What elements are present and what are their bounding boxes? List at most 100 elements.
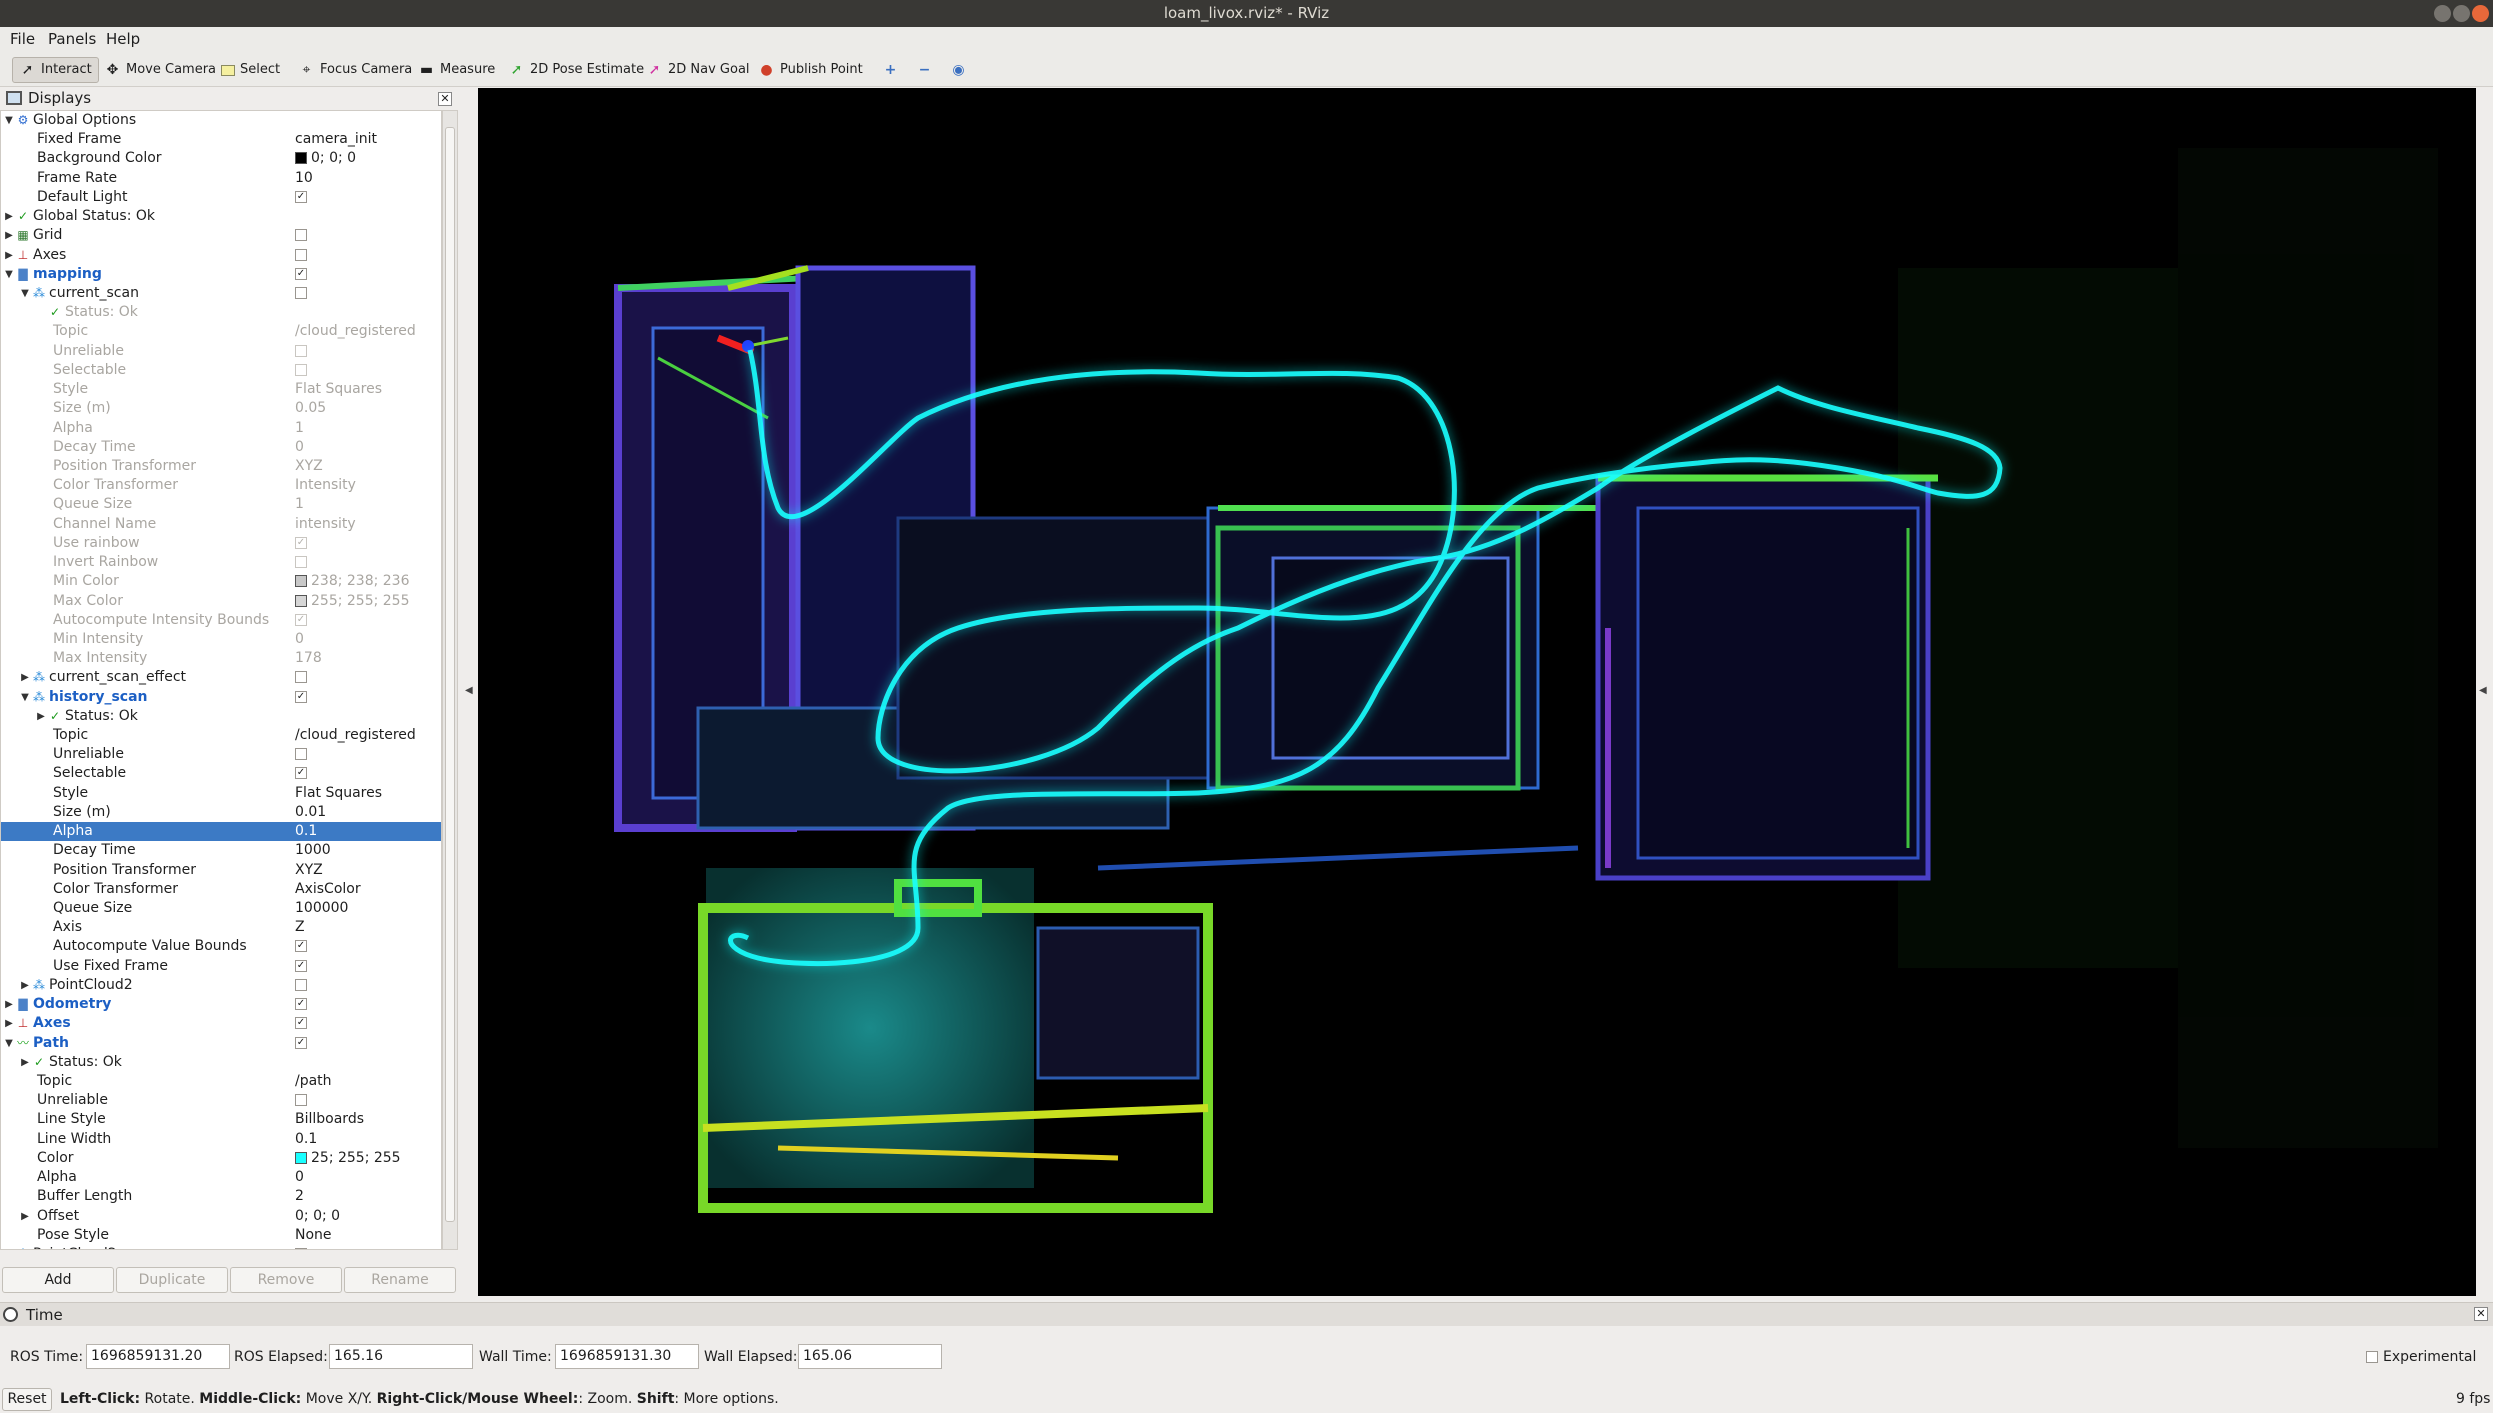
tree-row-channel-label[interactable]: Channel Name intensity [1,515,441,534]
tree-row-queue-label[interactable]: Queue Size 1 [1,495,441,514]
tree-row-axis-label[interactable]: Axis Z [1,918,441,937]
tree-row-pose-style-label[interactable]: Pose Style None [1,1226,441,1245]
tree-row-auto-val-label[interactable]: Autocompute Value Bounds ✓ [1,937,441,956]
property-checkbox[interactable] [295,363,307,376]
menu-help[interactable]: Help [104,29,142,49]
property-value[interactable]: 0; 0; 0 [295,1207,340,1226]
property-value[interactable]: 25; 255; 255 [295,1149,401,1168]
scrollbar-thumb[interactable] [445,127,455,1222]
tree-row-pos-tf-label[interactable]: Position Transformer XYZ [1,861,441,880]
property-value[interactable]: intensity [295,515,356,534]
expand-arrow-icon[interactable]: ▶ [3,207,15,226]
property-value[interactable]: ✓ [295,937,307,956]
measure-tool[interactable]: ▬ Measure [412,57,501,83]
property-value[interactable]: ✓ [295,188,307,207]
property-value[interactable]: 0 [295,630,304,649]
tree-row-selectable-label[interactable]: Selectable ✓ [1,764,441,783]
tree-row-fixed-frame-use-label[interactable]: Use Fixed Frame ✓ [1,957,441,976]
expand-arrow-icon[interactable]: ▶ [19,1053,31,1072]
property-value[interactable]: ✓ [295,688,307,707]
tree-row-odometry[interactable]: ▶ ▇ Odometry ✓ [1,995,441,1014]
property-checkbox[interactable]: ✓ [295,998,307,1011]
remove-tool-button[interactable]: − [910,57,939,83]
tree-row-decay-label[interactable]: Decay Time 1000 [1,841,441,860]
tree-row-auto-int-label[interactable]: Autocompute Intensity Bounds ✓ [1,611,441,630]
property-value[interactable]: 178 [295,649,322,668]
tree-row-current-scan-effect[interactable]: ▶ ⁂ current_scan_effect [1,668,441,687]
ros-time-field[interactable]: 1696859131.20 [86,1344,230,1369]
tree-row-status-ok[interactable]: ✓ Status: Ok [1,303,441,322]
expand-arrow-icon[interactable]: ▶ [3,246,15,265]
tree-row-axes[interactable]: ▶ ⊥ Axes [1,246,441,265]
property-checkbox[interactable]: ✓ [295,1017,307,1030]
expand-arrow-icon[interactable]: ▶ [3,1014,15,1033]
property-checkbox[interactable]: ✓ [295,959,307,972]
property-value[interactable]: 0 [295,1168,304,1187]
property-value[interactable]: 1 [295,419,304,438]
move-camera-tool[interactable]: ✥ Move Camera [98,57,222,83]
expand-arrow-icon[interactable]: ▶ [3,1245,15,1250]
point-cloud-view[interactable] [478,88,2476,1296]
property-checkbox[interactable]: ✓ [295,190,307,203]
tree-row-max-color-label[interactable]: Max Color 255; 255; 255 [1,592,441,611]
close-window-button[interactable] [2472,5,2489,22]
property-value[interactable]: Intensity [295,476,356,495]
tree-row-invert-rainbow-label[interactable]: Invert Rainbow [1,553,441,572]
tree-row-buffer-label[interactable]: Buffer Length 2 [1,1187,441,1206]
property-value[interactable]: ✓ [295,534,307,553]
tree-row-status-ok[interactable]: ▶ ✓ Status: Ok [1,707,441,726]
property-value[interactable] [295,342,307,361]
property-value[interactable]: Flat Squares [295,380,382,399]
property-checkbox[interactable] [295,671,307,684]
add-button[interactable]: Add [2,1267,114,1293]
property-value[interactable]: Billboards [295,1110,364,1129]
property-value[interactable]: ✓ [295,265,307,284]
tree-row-topic-label[interactable]: Topic/cloud_registered [1,322,441,341]
tree-row-current-scan[interactable]: ▼ ⁂ current_scan [1,284,441,303]
tree-row-min-int-label[interactable]: Min Intensity 0 [1,630,441,649]
property-value[interactable]: /path [295,1072,332,1091]
tree-row-line-width-label[interactable]: Line Width 0.1 [1,1130,441,1149]
close-time-icon[interactable]: ✕ [2474,1307,2488,1321]
tree-row-color-label[interactable]: Color 25; 255; 255 [1,1149,441,1168]
property-checkbox[interactable]: ✓ [295,267,307,280]
tree-row-unreliable-label[interactable]: Unreliable [1,342,441,361]
property-value[interactable]: 100000 [295,899,348,918]
property-checkbox[interactable]: ✓ [295,767,307,780]
property-value[interactable]: Flat Squares [295,784,382,803]
close-panel-icon[interactable]: ✕ [438,92,452,106]
expand-arrow-icon[interactable]: ▶ [19,976,31,995]
tree-row-axes[interactable]: ▶ ⊥ Axes ✓ [1,1014,441,1033]
menu-file[interactable]: File [8,29,37,49]
ros-elapsed-field[interactable]: 165.16 [329,1344,473,1369]
property-value[interactable]: 0; 0; 0 [295,149,356,168]
property-value[interactable]: ✓ [295,957,307,976]
tree-row-selectable-label[interactable]: Selectable [1,361,441,380]
property-checkbox[interactable]: ✓ [295,1036,307,1049]
property-value[interactable] [295,361,307,380]
expand-arrow-icon[interactable]: ▶ [3,226,15,245]
property-value[interactable]: ✓ [295,611,307,630]
collapse-left-icon[interactable]: ◀ [465,685,473,696]
property-value[interactable]: 0.05 [295,399,326,418]
property-value[interactable]: AxisColor [295,880,361,899]
expand-arrow-icon[interactable]: ▶ [35,707,47,726]
add-tool-button[interactable]: + [876,57,905,83]
property-value[interactable] [295,976,307,995]
tree-row-style-label[interactable]: Style Flat Squares [1,380,441,399]
property-value[interactable]: /cloud_registered [295,322,416,341]
tree-row-alpha-label[interactable]: Alpha 0.1 [1,822,441,842]
collapse-arrow-icon[interactable]: ▼ [3,265,15,284]
tree-row-unreliable-label[interactable]: Unreliable [1,745,441,764]
expand-right-icon[interactable]: ◀ [2479,685,2487,696]
property-checkbox[interactable] [295,1094,307,1107]
wall-elapsed-field[interactable]: 165.06 [798,1344,942,1369]
collapse-arrow-icon[interactable]: ▼ [19,688,31,707]
expand-arrow-icon[interactable]: ▶ [19,668,31,687]
tree-scrollbar[interactable] [442,110,458,1250]
property-value[interactable]: /cloud_registered [295,726,416,745]
property-value[interactable]: Z [295,918,305,937]
tree-row-global-options[interactable]: ▼ ⚙ Global Options [1,111,441,130]
maximize-button[interactable] [2453,5,2470,22]
tree-row-max-int-label[interactable]: Max Intensity 178 [1,649,441,668]
